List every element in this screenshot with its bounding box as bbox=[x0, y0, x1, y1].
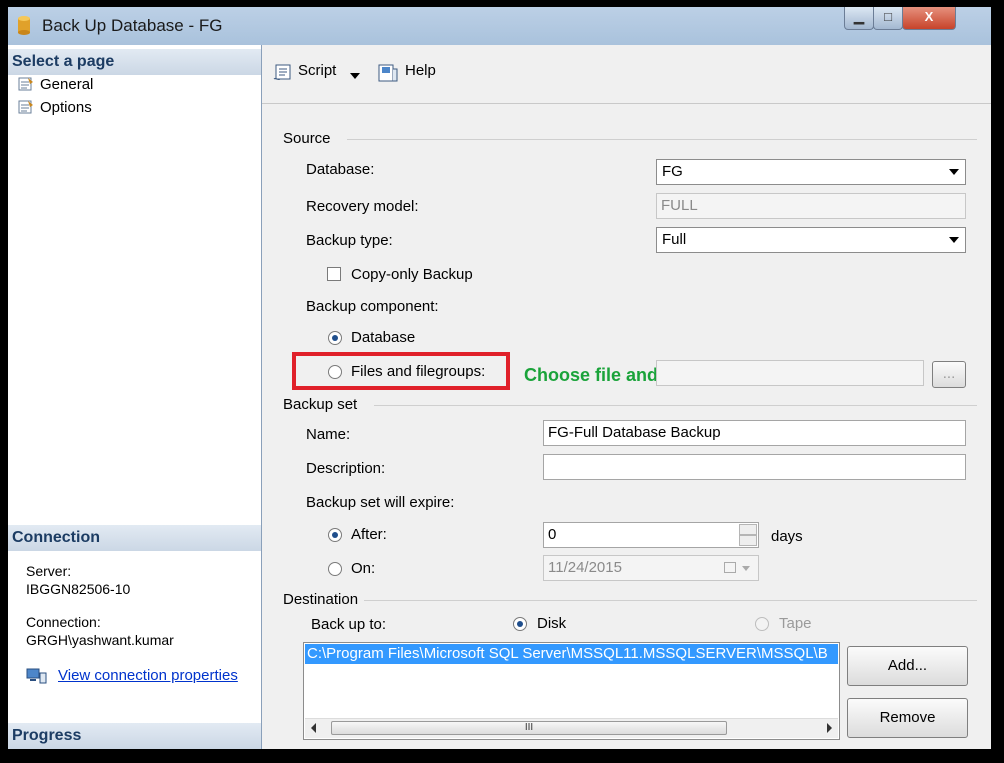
component-database-label: Database bbox=[351, 329, 415, 346]
backup-set-divider bbox=[374, 405, 977, 406]
page-item-general[interactable]: General bbox=[18, 74, 93, 96]
connection-value: GRGH\yashwant.kumar bbox=[26, 632, 174, 648]
scroll-right-icon[interactable] bbox=[827, 723, 832, 733]
connection-header: Connection bbox=[8, 525, 261, 551]
backup-set-name-input[interactable]: FG-Full Database Backup bbox=[543, 420, 966, 446]
horizontal-scrollbar[interactable]: III bbox=[305, 718, 838, 738]
close-button[interactable]: X bbox=[902, 7, 956, 30]
page-wrench-icon bbox=[18, 100, 34, 114]
expire-on-label: On: bbox=[351, 560, 375, 577]
expire-on-radio[interactable] bbox=[328, 562, 342, 576]
source-divider bbox=[347, 139, 977, 140]
component-files-radio[interactable] bbox=[328, 365, 342, 379]
stepper-up-icon[interactable] bbox=[739, 524, 757, 535]
left-pane: Select a page General Options Connection… bbox=[8, 45, 262, 749]
connection-properties-icon bbox=[26, 667, 48, 685]
page-item-label: General bbox=[40, 76, 93, 93]
chevron-down-icon bbox=[949, 237, 959, 243]
scroll-thumb[interactable]: III bbox=[331, 721, 727, 735]
copy-only-checkbox[interactable] bbox=[327, 267, 341, 281]
database-select[interactable]: FG bbox=[656, 159, 966, 185]
source-section-label: Source bbox=[283, 130, 331, 147]
database-icon bbox=[18, 16, 30, 35]
expire-days-stepper[interactable]: 0 bbox=[543, 522, 759, 548]
maximize-button[interactable]: □ bbox=[873, 7, 903, 30]
files-filegroups-field bbox=[656, 360, 924, 386]
backup-type-value: Full bbox=[662, 231, 686, 248]
destination-divider bbox=[364, 600, 977, 601]
expire-after-label: After: bbox=[351, 526, 387, 543]
tape-label: Tape bbox=[779, 615, 812, 632]
remove-button[interactable]: Remove bbox=[847, 698, 968, 738]
browse-filegroups-button[interactable]: ... bbox=[932, 361, 966, 388]
connection-label: Connection: bbox=[26, 614, 101, 630]
expire-after-radio[interactable] bbox=[328, 528, 342, 542]
destination-section-label: Destination bbox=[283, 591, 358, 608]
minimize-button[interactable]: ▁ bbox=[844, 7, 874, 30]
view-connection-properties-link[interactable]: View connection properties bbox=[58, 667, 238, 684]
right-pane: Script Help Source Database: FG Recovery… bbox=[262, 45, 991, 749]
days-label: days bbox=[771, 528, 803, 545]
expire-date-picker: 11/24/2015 bbox=[543, 555, 759, 581]
server-value: IBGGN82506-10 bbox=[26, 581, 130, 597]
name-label: Name: bbox=[306, 426, 350, 443]
progress-header: Progress bbox=[8, 723, 261, 749]
page-item-label: Options bbox=[40, 99, 92, 116]
help-label: Help bbox=[405, 62, 436, 79]
expire-date-value: 11/24/2015 bbox=[548, 559, 622, 576]
add-button[interactable]: Add... bbox=[847, 646, 968, 686]
help-icon bbox=[377, 63, 399, 83]
chevron-down-icon bbox=[949, 169, 959, 175]
select-page-header: Select a page bbox=[8, 49, 261, 75]
database-label: Database: bbox=[306, 161, 374, 178]
disk-label: Disk bbox=[537, 615, 566, 632]
calendar-icon bbox=[724, 562, 736, 573]
toolbar: Script Help bbox=[262, 45, 991, 104]
server-label: Server: bbox=[26, 563, 71, 579]
title-bar: Back Up Database - FG ▁ □ X bbox=[8, 7, 991, 45]
scroll-left-icon[interactable] bbox=[311, 723, 316, 733]
description-label: Description: bbox=[306, 460, 385, 477]
recovery-model-field: FULL bbox=[656, 193, 966, 219]
window-title: Back Up Database - FG bbox=[42, 16, 222, 36]
script-icon bbox=[272, 63, 294, 83]
expire-label: Backup set will expire: bbox=[306, 494, 454, 511]
chevron-down-icon bbox=[742, 566, 750, 571]
script-label: Script bbox=[298, 62, 336, 79]
list-item[interactable]: C:\Program Files\Microsoft SQL Server\MS… bbox=[305, 644, 838, 664]
description-input[interactable] bbox=[543, 454, 966, 480]
page-wrench-icon bbox=[18, 77, 34, 91]
component-files-label: Files and filegroups: bbox=[351, 363, 485, 380]
stepper-down-icon[interactable] bbox=[739, 535, 757, 546]
backup-type-label: Backup type: bbox=[306, 232, 393, 249]
copy-only-label: Copy-only Backup bbox=[351, 266, 473, 283]
recovery-model-label: Recovery model: bbox=[306, 198, 419, 215]
component-database-radio[interactable] bbox=[328, 331, 342, 345]
script-dropdown-arrow-icon[interactable] bbox=[350, 73, 360, 79]
backup-set-section-label: Backup set bbox=[283, 396, 357, 413]
tape-radio bbox=[755, 617, 769, 631]
backup-dialog: Back Up Database - FG ▁ □ X Select a pag… bbox=[8, 7, 991, 749]
backup-type-select[interactable]: Full bbox=[656, 227, 966, 253]
expire-days-value: 0 bbox=[548, 526, 556, 543]
page-item-options[interactable]: Options bbox=[18, 97, 92, 119]
database-value: FG bbox=[662, 163, 683, 180]
backup-to-label: Back up to: bbox=[311, 616, 386, 633]
destination-list[interactable]: C:\Program Files\Microsoft SQL Server\MS… bbox=[303, 642, 840, 740]
disk-radio[interactable] bbox=[513, 617, 527, 631]
backup-component-label: Backup component: bbox=[306, 298, 439, 315]
